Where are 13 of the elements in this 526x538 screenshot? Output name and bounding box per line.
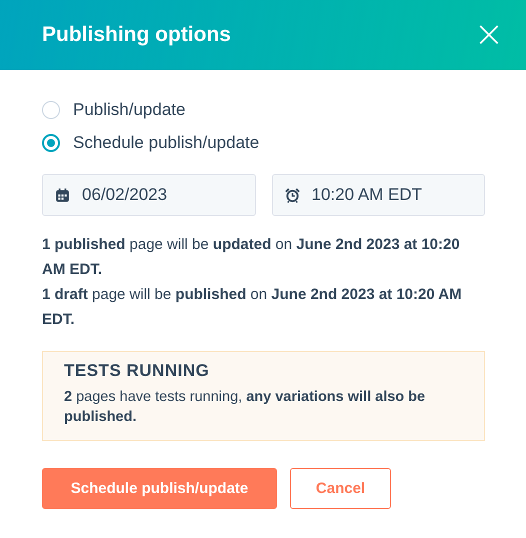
- radio-label[interactable]: Schedule publish/update: [73, 133, 260, 153]
- alert-title: TESTS RUNNING: [64, 361, 210, 381]
- radio-button[interactable]: [42, 134, 60, 152]
- dialog-title: Publishing options: [42, 23, 231, 47]
- alarm-clock-icon: [284, 188, 300, 202]
- radio-button[interactable]: [42, 101, 60, 119]
- schedule-summary: 1 published page will be updated on June 2nd 2023 at 10:20 AM EDT.: [42, 235, 461, 280]
- schedule-summary: 1 draft page will be published on June 2nd 2023 at 10:20 AM EDT.: [42, 285, 463, 330]
- date-field[interactable]: 06/02/2023: [42, 174, 256, 216]
- radio-label[interactable]: Publish/update: [73, 100, 186, 120]
- alert-text: 2 pages have tests running, any variations will also be published.: [64, 388, 426, 427]
- time-field[interactable]: 10:20 AM EDT: [272, 174, 485, 216]
- calendar-icon: [55, 188, 70, 202]
